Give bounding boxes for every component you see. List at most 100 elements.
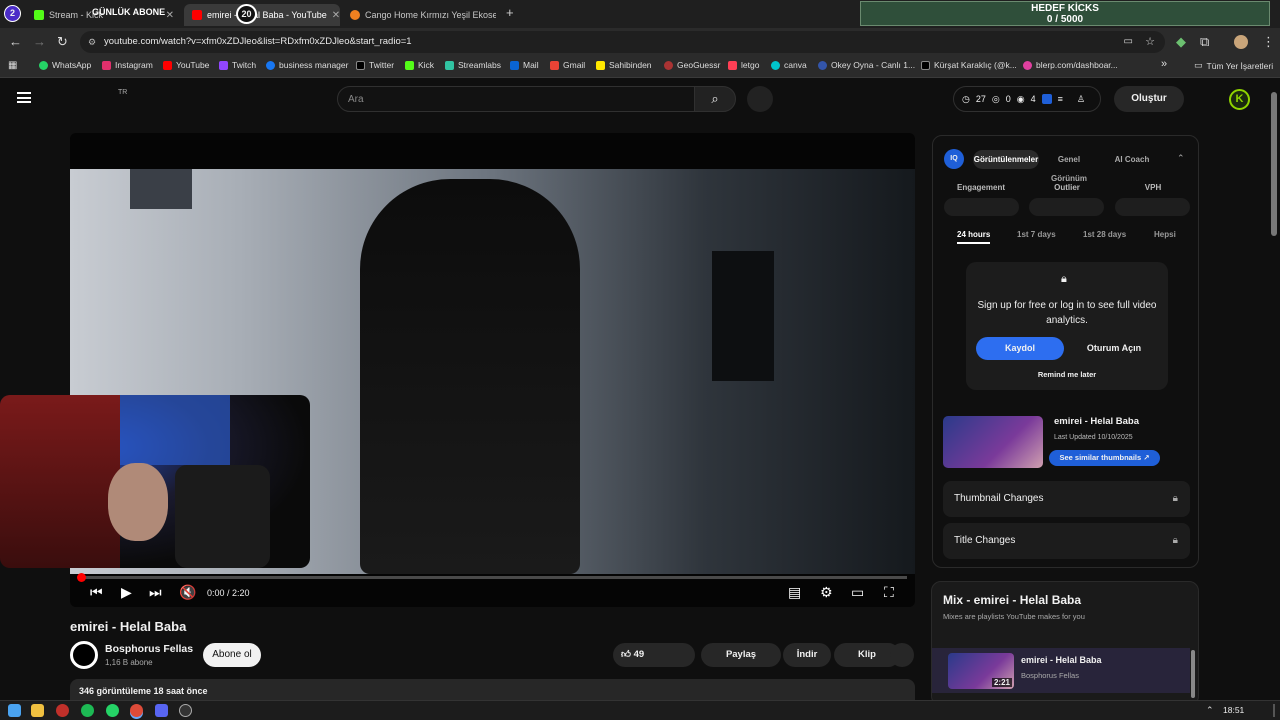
bookmark-business-manager[interactable]: business manager (266, 60, 348, 70)
iq-icon[interactable] (1041, 94, 1052, 104)
list-icon[interactable]: ≡ (1058, 94, 1063, 104)
thumbnail-changes-row[interactable]: Thumbnail Changes 🔒︎ (943, 481, 1190, 517)
tab-cango-home[interactable]: Cango Home Kırmızı Yeşil Ekose ✕ (344, 4, 496, 26)
url-field[interactable]: ⚙ youtube.com/watch?v=xfm0xZDJleo&list=R… (80, 31, 1165, 53)
obs-icon[interactable] (179, 704, 192, 717)
tab-views[interactable]: Görüntülenmeler (973, 150, 1039, 169)
new-tab-button[interactable]: + (506, 5, 514, 20)
all-bookmarks[interactable]: ▭ Tüm Yer İşaretleri (1194, 60, 1273, 71)
bookmark-twitter[interactable]: Twitter (356, 60, 394, 70)
app-icon[interactable] (56, 704, 69, 717)
spotify-icon[interactable] (81, 704, 94, 717)
bookmark-whatsapp[interactable]: WhatsApp (39, 60, 91, 70)
menu-kebab-icon[interactable]: ⋮ (1262, 34, 1275, 50)
cast-icon[interactable]: ▭ (1124, 31, 1133, 53)
bookmark-star-icon[interactable]: ☆ (1145, 31, 1155, 53)
subtitles-icon[interactable]: ▤ (788, 584, 801, 601)
forward-icon[interactable]: → (33, 34, 46, 49)
extension-stats-pill[interactable]: ◷ 27 ◎ 0 ◉ 4 ≡ ♙ (953, 86, 1101, 112)
mute-icon[interactable]: 🔇 (179, 584, 196, 601)
progress-bar[interactable] (77, 573, 907, 582)
bookmark-label: Streamlabs (458, 60, 501, 70)
playlist-item[interactable]: 2:21 emirei - Helal Baba Bosphorus Fella… (932, 648, 1190, 693)
bookmarks-overflow-icon[interactable]: » (1161, 58, 1167, 70)
bookmark-gmail[interactable]: Gmail (550, 60, 585, 70)
bookmarks-bar: ▦ WhatsApp Instagram YouTube Twitch busi… (0, 56, 1280, 78)
bookmark-youtube[interactable]: YouTube (163, 60, 209, 70)
create-button[interactable]: Oluştur (1114, 86, 1184, 112)
channel-name[interactable]: Bosphorus Fellas (105, 643, 193, 655)
metric-vph-value (1115, 198, 1190, 216)
like-button[interactable]: 👍︎ 49 (613, 643, 695, 667)
bookmark-twitch[interactable]: Twitch (219, 60, 256, 70)
site-info-icon[interactable]: ⚙ (88, 31, 96, 53)
similar-thumbnails-button[interactable]: See similar thumbnails ↗ (1049, 450, 1160, 466)
bookmark-canva[interactable]: canva (771, 60, 807, 70)
bookmark-mail[interactable]: Mail (510, 60, 539, 70)
search-input[interactable]: Ara (337, 86, 695, 112)
file-explorer-icon[interactable] (31, 704, 44, 717)
title-changes-row[interactable]: Title Changes 🔒︎ (943, 523, 1190, 559)
voice-search-button[interactable] (747, 86, 773, 112)
page-scrollbar[interactable] (1271, 92, 1277, 236)
signup-button[interactable]: Kaydol (976, 337, 1064, 360)
close-icon[interactable]: ✕ (166, 10, 178, 21)
play-icon[interactable]: ▶ (121, 584, 132, 601)
download-button[interactable]: İndir (783, 643, 831, 667)
x-icon (356, 60, 365, 70)
iq-logo-icon: IQ (944, 149, 964, 169)
range-24h[interactable]: 24 hours (957, 230, 991, 244)
url-text: youtube.com/watch?v=xfm0xZDJleo&list=RDx… (104, 36, 412, 47)
extensions-puzzle-icon[interactable]: ⧉ (1200, 34, 1209, 50)
channel-avatar[interactable] (70, 641, 98, 669)
bookmark-kick[interactable]: Kick (405, 60, 434, 70)
goal-progress: 0 / 5000 (1046, 14, 1084, 25)
bookmark-letgo[interactable]: letgo (728, 60, 759, 70)
scrubber-handle[interactable] (77, 573, 86, 582)
tray-chevron-icon[interactable]: ⌃ (1206, 705, 1214, 716)
trophy-icon[interactable]: ♙ (1077, 94, 1085, 105)
more-actions-button[interactable] (890, 643, 914, 667)
bookmark-streamlabs[interactable]: Streamlabs (445, 60, 501, 70)
back-icon[interactable]: ← (9, 34, 22, 49)
profile-avatar[interactable] (1234, 35, 1248, 49)
bookmark-sahibinden[interactable]: Sahibinden (596, 60, 652, 70)
reload-icon[interactable]: ↻ (57, 34, 68, 50)
remind-later-link[interactable]: Remind me later (966, 370, 1168, 379)
next-icon[interactable]: ⏭ (149, 584, 162, 601)
range-7d[interactable]: 1st 7 days (1017, 230, 1056, 239)
bookmark-geoguessr[interactable]: GeoGuessr (664, 60, 720, 70)
bookmark-label: Kick (418, 60, 435, 70)
previous-icon[interactable]: ⏮ (90, 584, 103, 601)
whatsapp-icon[interactable] (106, 704, 119, 717)
range-all[interactable]: Hepsi (1154, 230, 1176, 239)
subscribe-button[interactable]: Abone ol (203, 643, 261, 667)
overlay-badge-left: 2 (4, 5, 21, 22)
bookmark-okey[interactable]: Okey Oyna - Canlı 1... (818, 60, 915, 70)
fullscreen-icon[interactable]: ⛶ (884, 584, 894, 601)
close-icon[interactable]: ✕ (332, 10, 340, 21)
bookmark-tiktok[interactable]: Kürşat Karaklıç (@k... (921, 60, 1017, 70)
collapse-chevron-icon[interactable]: ⌃ (1177, 153, 1185, 164)
chrome-icon[interactable] (130, 704, 143, 717)
apps-grid-icon[interactable]: ▦ (8, 60, 17, 71)
range-28d[interactable]: 1st 28 days (1083, 230, 1126, 239)
login-button[interactable]: Oturum Açın (1070, 337, 1158, 360)
extension-icon[interactable]: ◆ (1176, 34, 1186, 50)
search-button[interactable]: ⌕ (694, 86, 736, 112)
theater-mode-icon[interactable]: ▭ (851, 584, 864, 601)
playlist-scrollbar[interactable] (1191, 650, 1195, 698)
share-button[interactable]: Paylaş (701, 643, 781, 667)
tab-ai-coach[interactable]: AI Coach (1109, 150, 1155, 169)
avatar[interactable]: K (1229, 89, 1250, 110)
show-desktop-edge[interactable] (1273, 704, 1275, 717)
hamburger-menu-icon[interactable] (17, 92, 31, 103)
bookmark-instagram[interactable]: Instagram (102, 60, 153, 70)
windows-start-icon[interactable] (8, 704, 21, 717)
tab-overview[interactable]: Genel Görünüm (1039, 150, 1099, 183)
playlist-thumbnail[interactable]: 2:21 (948, 653, 1014, 689)
bookmark-blerp[interactable]: blerp.com/dashboar... (1023, 60, 1118, 70)
tab-youtube-video[interactable]: emirei - Helal Baba - YouTube ✕ (184, 4, 340, 26)
settings-gear-icon[interactable]: ⚙ (820, 584, 833, 601)
discord-icon[interactable] (155, 704, 168, 717)
